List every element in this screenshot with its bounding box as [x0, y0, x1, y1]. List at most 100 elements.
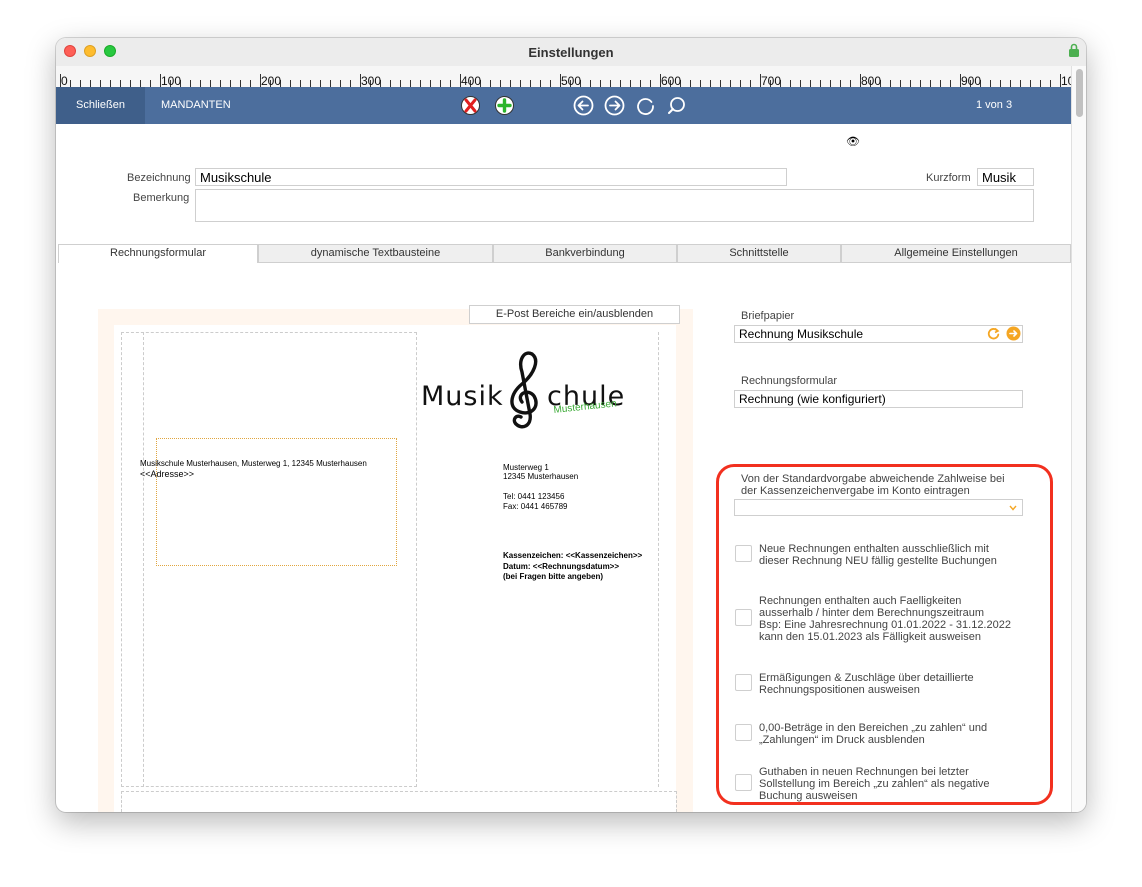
close-button[interactable]: Schließen [56, 87, 145, 124]
ruler-tick [450, 80, 451, 87]
ruler-tick [150, 80, 151, 87]
ruler-tick [700, 80, 701, 87]
bemerkung-input[interactable] [195, 189, 1034, 222]
option-checkbox-faelligkeiten[interactable] [735, 609, 752, 626]
ruler-tick [510, 80, 511, 87]
bezeichnung-label: Bezeichnung [127, 172, 191, 184]
refresh-icon[interactable] [635, 95, 656, 116]
option-nullbetraege: 0,00-Beträge in den Bereichen „zu zahlen… [759, 722, 987, 746]
go-arrow-icon[interactable] [1006, 326, 1021, 341]
ruler-tick [590, 80, 591, 87]
title-bar: Einstellungen [56, 38, 1086, 66]
treble-clef-icon [510, 351, 538, 429]
ruler-tick [640, 80, 641, 87]
option-text-line: 0,00-Beträge in den Bereichen „zu zahlen… [759, 722, 988, 734]
window-title: Einstellungen [528, 45, 614, 60]
kurzform-input[interactable]: Musik [977, 168, 1034, 186]
briefpapier-field[interactable]: Rechnung Musikschule [734, 325, 1023, 343]
ruler-tick [200, 80, 201, 87]
tab-schnittstelle[interactable]: Schnittstelle [677, 244, 841, 263]
option-checkbox-nullbetraege[interactable] [735, 724, 752, 741]
option-checkbox-guthaben[interactable] [735, 774, 752, 791]
rechnungsformular-field[interactable]: Rechnung (wie konfiguriert) [734, 390, 1023, 408]
zahlweise-label: Von der Standardvorgabe abweichende Zahl… [741, 473, 1005, 497]
bezeichnung-input[interactable]: Musikschule [195, 168, 787, 186]
ruler-tick [890, 80, 891, 87]
record-counter: 1 von 3 [976, 99, 1013, 111]
option-checkbox-neu-faellig[interactable] [735, 545, 752, 562]
section-label: MANDANTEN [161, 99, 231, 111]
ruler-tick [1010, 80, 1011, 87]
ruler-tick [740, 80, 741, 87]
ruler-tick [1020, 80, 1021, 87]
tab-dynamische-textbausteine[interactable]: dynamische Textbausteine [258, 244, 493, 263]
zahlweise-select[interactable] [734, 499, 1023, 516]
ruler-tick [610, 80, 611, 87]
eye-icon[interactable]: 👁 [846, 135, 860, 148]
ruler-tick [70, 80, 71, 87]
ruler-label: 200 [261, 74, 282, 88]
ruler-label: 800 [861, 74, 882, 88]
zahlweise-label-line: der Kassenzeichenvergabe im Konto eintra… [741, 485, 970, 497]
ruler-tick [410, 80, 411, 87]
add-record-icon[interactable] [494, 95, 515, 116]
bemerkung-label: Bemerkung [133, 192, 190, 204]
logo-text-musik: Musik [421, 381, 504, 412]
ruler-tick [340, 80, 341, 87]
ruler-tick [720, 80, 721, 87]
layout-guide-footer [121, 791, 677, 812]
ruler-tick [920, 80, 921, 87]
ruler-label: 700 [761, 74, 782, 88]
ruler-label: 500 [561, 74, 582, 88]
ruler-tick [550, 80, 551, 87]
ruler-label: 600 [661, 74, 682, 88]
briefpapier-value: Rechnung Musikschule [739, 327, 864, 341]
ruler-tick [730, 80, 731, 87]
ruler-tick [230, 80, 231, 87]
tab-rechnungsformular[interactable]: Rechnungsformular [58, 244, 258, 263]
ruler-tick [330, 80, 331, 87]
ruler-tick [630, 80, 631, 87]
ruler-tick [750, 80, 751, 87]
ruler-tick [820, 80, 821, 87]
ruler-tick [950, 80, 951, 87]
ruler-tick [900, 80, 901, 87]
delete-record-icon[interactable] [460, 95, 481, 116]
ruler-tick [830, 80, 831, 87]
ruler-tick [420, 80, 421, 87]
scrollbar-thumb[interactable] [1076, 69, 1083, 117]
ruler-tick [310, 80, 311, 87]
epost-toggle-button[interactable]: E-Post Bereiche ein/ausblenden [469, 305, 680, 324]
ruler-tick [1000, 80, 1001, 87]
ruler-tick [600, 80, 601, 87]
ruler-tick [240, 80, 241, 87]
ruler-tick [1050, 80, 1051, 87]
ruler-tick [540, 80, 541, 87]
ruler-tick [290, 80, 291, 87]
ruler-tick [440, 80, 441, 87]
option-text-line: Ermäßigungen & Zuschläge über detaillier… [759, 672, 974, 684]
settings-window: Einstellungen 0 100 200 300 400 500 600 700 800 9… [56, 38, 1086, 812]
ruler-tick [910, 80, 911, 87]
ruler-tick [110, 80, 111, 87]
ruler-tick [790, 80, 791, 87]
ruler-tick [1040, 80, 1041, 87]
option-checkbox-ermaessigungen[interactable] [735, 674, 752, 691]
previous-record-icon[interactable] [573, 95, 594, 116]
option-neu-faellig: Neue Rechnungen enthalten ausschließlich… [759, 543, 997, 567]
reload-icon[interactable] [987, 327, 1000, 340]
search-icon[interactable] [666, 95, 687, 116]
option-text-line: Bsp: Eine Jahresrechnung 01.01.2022 - 31… [759, 619, 1011, 631]
option-text-line: Guthaben in neuen Rechnungen bei letzter [759, 766, 969, 778]
tab-bankverbindung[interactable]: Bankverbindung [493, 244, 677, 263]
next-record-icon[interactable] [604, 95, 625, 116]
ruler: 0 100 200 300 400 500 600 700 800 900 10 [56, 66, 1086, 88]
ruler-tick [620, 80, 621, 87]
ruler-tick [300, 80, 301, 87]
ruler-tick [650, 80, 651, 87]
vertical-scrollbar[interactable] [1071, 66, 1086, 812]
sender-tel: Tel: 0441 123456 [503, 492, 565, 501]
rechnungsformular-label: Rechnungsformular [741, 375, 837, 387]
tab-allgemeine-einstellungen[interactable]: Allgemeine Einstellungen [841, 244, 1071, 263]
ruler-tick [800, 80, 801, 87]
